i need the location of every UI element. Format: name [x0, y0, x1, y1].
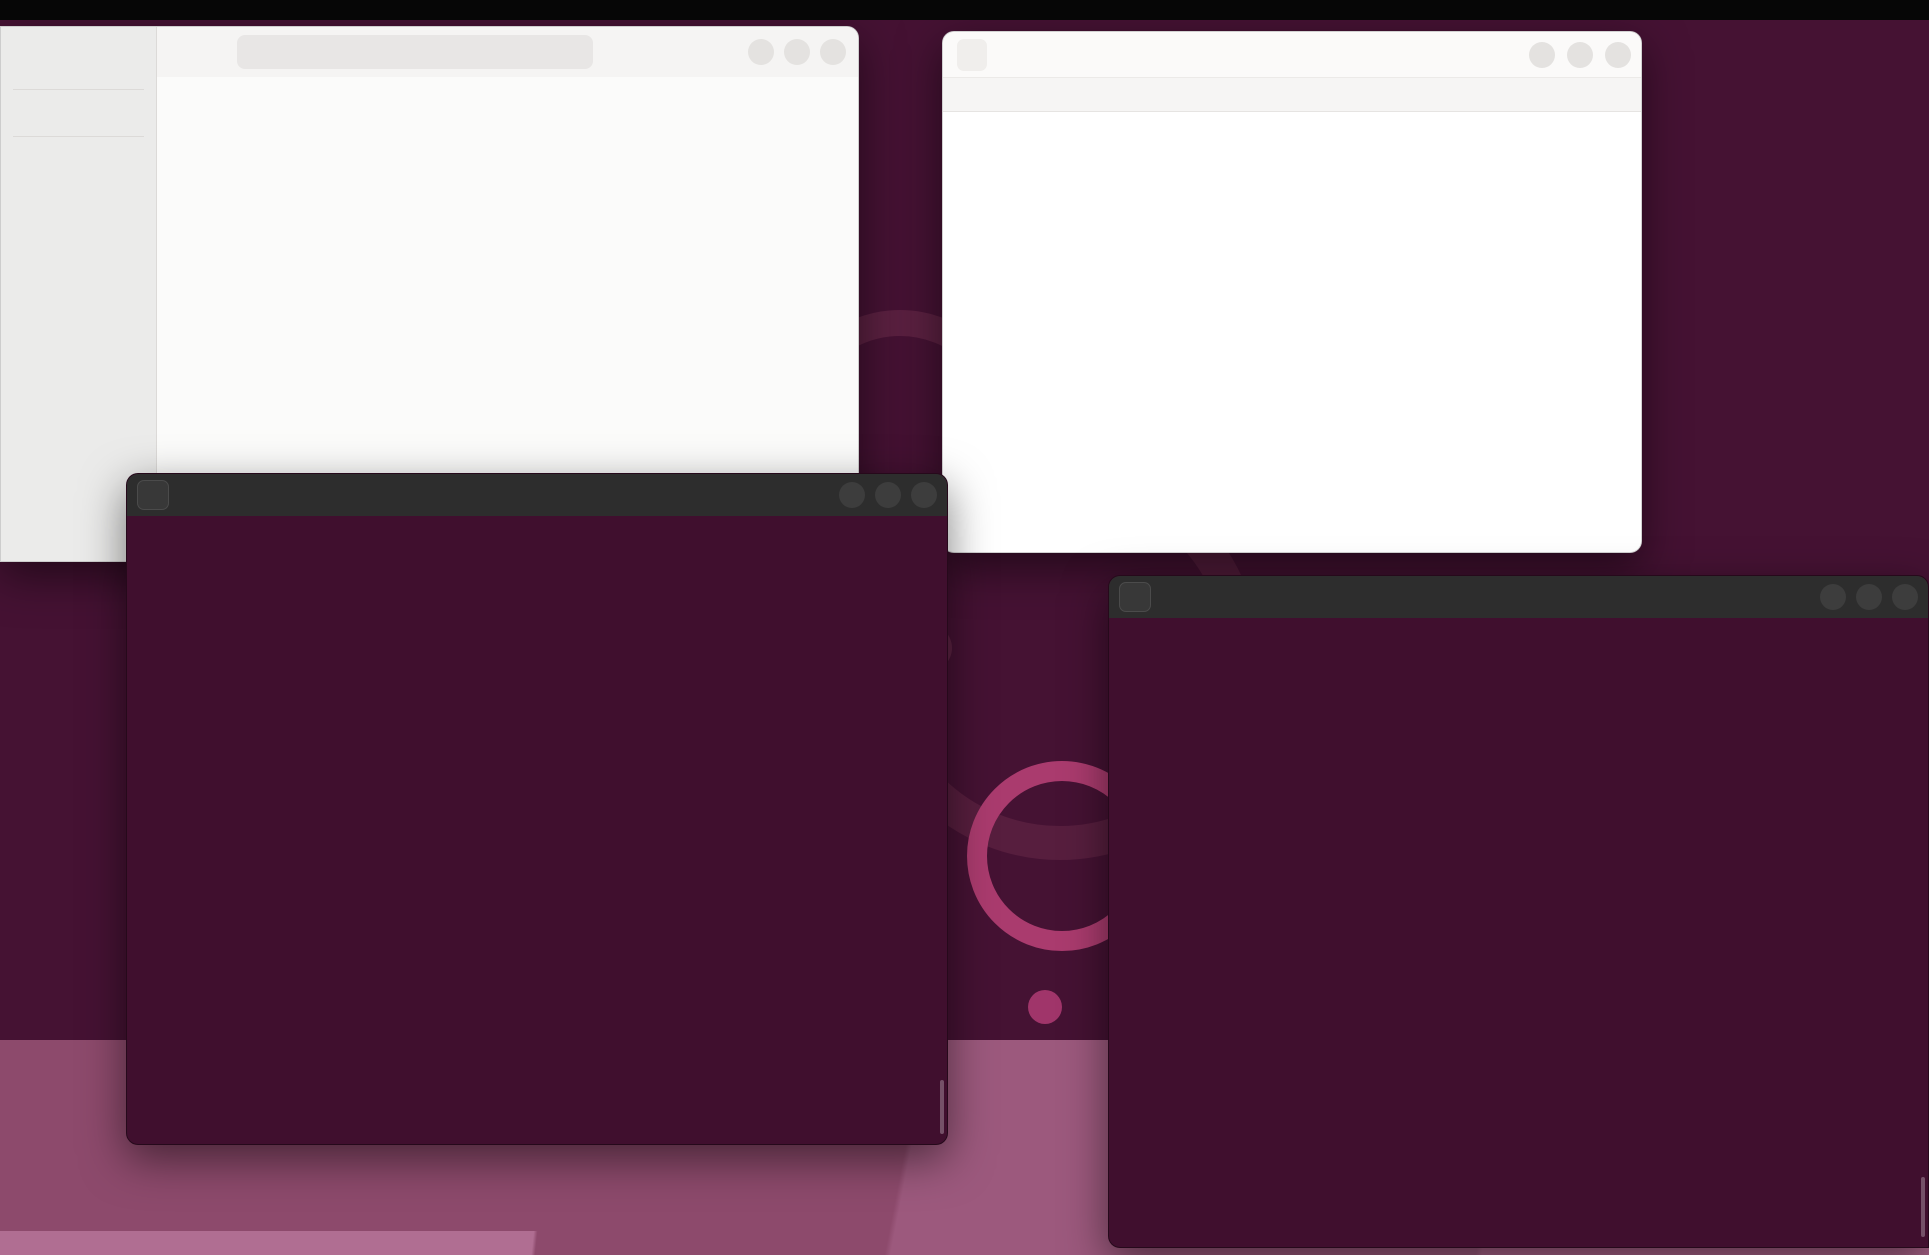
gear-icon[interactable]: [1453, 42, 1479, 68]
kebab-menu-icon[interactable]: [559, 39, 585, 65]
new-tab-icon[interactable]: [1119, 582, 1151, 612]
close-button[interactable]: [911, 482, 937, 508]
minimize-button[interactable]: [1820, 584, 1846, 610]
terminal-output: [1109, 618, 1928, 1247]
sidebar-separator: [13, 136, 144, 137]
minimize-button[interactable]: [748, 39, 774, 65]
terminal-headerbar: [1109, 576, 1928, 618]
maximize-button[interactable]: [1567, 42, 1593, 68]
close-button[interactable]: [820, 39, 846, 65]
editor-window: [942, 31, 1642, 553]
minimize-button[interactable]: [839, 482, 865, 508]
hamburger-menu-icon[interactable]: [122, 39, 148, 65]
hamburger-menu-icon[interactable]: [1491, 42, 1517, 68]
breadcrumb[interactable]: [237, 35, 593, 69]
wallpaper-dot: [1028, 990, 1062, 1024]
close-button[interactable]: [1605, 42, 1631, 68]
hamburger-menu-icon[interactable]: [1784, 584, 1810, 610]
plus-icon: [15, 152, 31, 168]
editor-headerbar: [943, 32, 1641, 78]
open-button[interactable]: [957, 39, 987, 71]
list-view-icon[interactable]: [651, 39, 677, 65]
disc-icon: [15, 105, 31, 121]
editor-tab-bar: [943, 78, 1641, 112]
sidebar-separator: [13, 89, 144, 90]
scrollbar-thumb[interactable]: [940, 1080, 944, 1134]
files-headerbar: [157, 27, 858, 77]
forward-button[interactable]: [199, 38, 227, 66]
eject-icon[interactable]: [126, 105, 142, 121]
maximize-button[interactable]: [784, 39, 810, 65]
search-folder-icon[interactable]: [611, 39, 637, 65]
search-icon[interactable]: [9, 39, 35, 65]
location-icon: [249, 44, 265, 60]
scrollbar-thumb[interactable]: [1921, 1177, 1925, 1237]
sidebar-item-ubuntu-volume[interactable]: [1, 94, 156, 132]
terminal-left-window: [126, 473, 948, 1145]
maximize-button[interactable]: [875, 482, 901, 508]
chevron-down-icon[interactable]: [691, 39, 717, 65]
close-button[interactable]: [1892, 584, 1918, 610]
new-tab-icon[interactable]: [999, 42, 1025, 68]
terminal-headerbar: [127, 474, 947, 516]
maximize-button[interactable]: [1856, 584, 1882, 610]
terminal-right-window: [1108, 575, 1929, 1248]
files-sidebar-header: [1, 27, 156, 77]
top-bar: [0, 0, 1929, 20]
back-button[interactable]: [171, 38, 199, 66]
sidebar-list: [1, 77, 156, 85]
hamburger-menu-icon[interactable]: [803, 482, 829, 508]
terminal-output: [127, 516, 947, 1144]
sidebar-item-other-locations[interactable]: [1, 141, 156, 179]
minimize-button[interactable]: [1529, 42, 1555, 68]
editor-content[interactable]: [943, 112, 1641, 552]
search-icon[interactable]: [767, 482, 793, 508]
search-icon[interactable]: [1748, 584, 1774, 610]
new-tab-icon[interactable]: [137, 480, 169, 510]
desktop: [0, 0, 1929, 1255]
